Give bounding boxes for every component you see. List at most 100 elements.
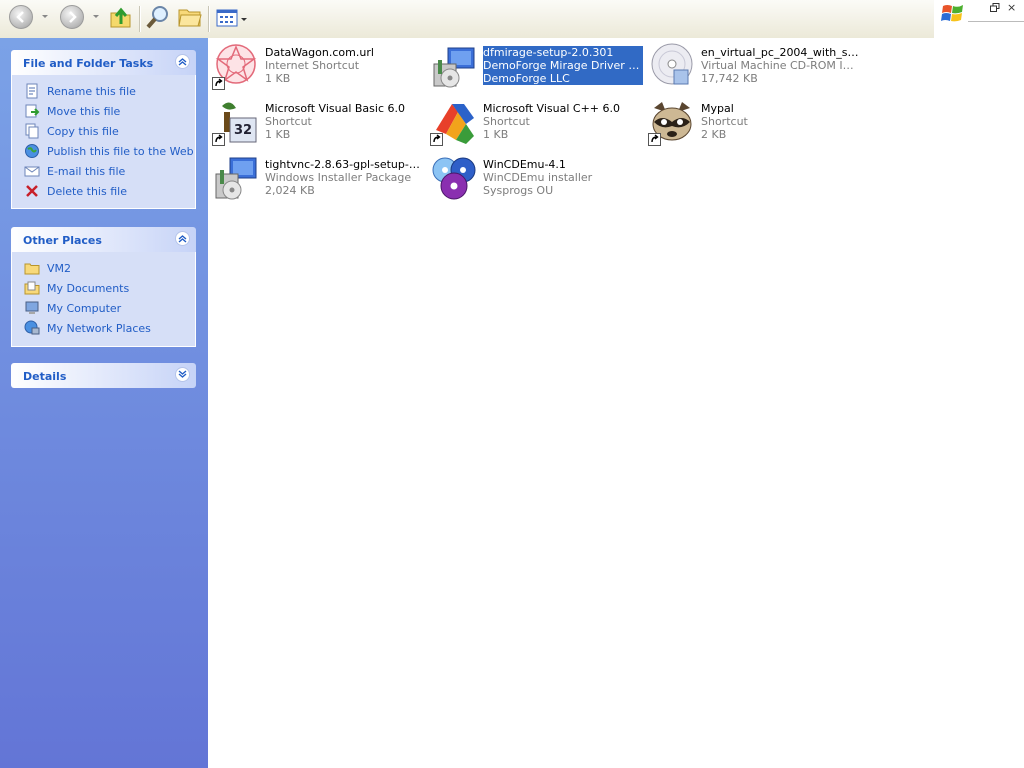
rename-icon	[24, 83, 40, 99]
file-view: DataWagon.com.url Internet Shortcut 1 KB…	[208, 38, 1024, 768]
file-text: Mypal Shortcut 2 KB	[701, 102, 861, 141]
shortcut-arrow-icon	[212, 133, 225, 146]
task-label: Copy this file	[47, 124, 119, 138]
place-my-documents[interactable]: My Documents	[12, 278, 195, 298]
task-rename[interactable]: Rename this file	[12, 81, 195, 101]
mypal-raccoon-icon	[648, 98, 696, 146]
file-text: WinCDEmu-4.1 WinCDEmu installer Sysprogs…	[483, 158, 643, 197]
task-publish[interactable]: Publish this file to the Web	[12, 141, 195, 161]
task-label: Rename this file	[47, 84, 136, 98]
visual-cpp-icon	[430, 98, 478, 146]
other-places-title: Other Places	[23, 234, 102, 247]
shortcut-arrow-icon	[430, 133, 443, 146]
file-name: DataWagon.com.url	[265, 46, 374, 59]
file-type: Internet Shortcut	[265, 59, 360, 72]
cd-image-icon	[648, 42, 696, 90]
wincdemu-icon	[430, 154, 478, 202]
close-button[interactable]: ×	[1007, 2, 1016, 13]
forward-arrow-icon	[69, 11, 77, 23]
file-type: WinCDEmu installer	[483, 171, 593, 184]
file-tasks-body: Rename this file Move this file Copy thi…	[11, 75, 196, 209]
file-type: Windows Installer Package	[265, 171, 412, 184]
other-places-header[interactable]: Other Places	[11, 227, 196, 252]
file-company: DemoForge LLC	[483, 72, 570, 85]
other-places-body: VM2 My Documents My Computer My Network …	[11, 252, 196, 347]
place-network[interactable]: My Network Places	[12, 318, 195, 338]
folders-button[interactable]	[177, 5, 203, 32]
views-dropdown[interactable]	[241, 18, 247, 21]
place-label: VM2	[47, 261, 72, 275]
place-label: My Computer	[47, 301, 122, 315]
shortcut-arrow-icon	[212, 77, 225, 90]
file-text: Microsoft Visual C++ 6.0 Shortcut 1 KB	[483, 102, 643, 141]
collapse-chevron-icon[interactable]	[175, 231, 190, 246]
internet-shortcut-icon	[212, 42, 260, 90]
file-tile-selected[interactable]: dfmirage-setup-2.0.301 DemoForge Mirage …	[426, 38, 644, 92]
place-label: My Documents	[47, 281, 130, 295]
details-header[interactable]: Details	[11, 363, 196, 388]
file-tasks-header[interactable]: File and Folder Tasks	[11, 50, 196, 75]
file-type: DemoForge Mirage Driver for ...	[483, 59, 643, 72]
file-name: en_virtual_pc_2004_with_sp1	[701, 46, 861, 59]
file-type: Shortcut	[701, 115, 748, 128]
up-folder-icon	[110, 7, 131, 28]
expand-chevron-icon[interactable]	[175, 367, 190, 382]
file-tile[interactable]: Microsoft Visual C++ 6.0 Shortcut 1 KB	[426, 94, 644, 148]
file-tile[interactable]: tightvnc-2.8.63-gpl-setup-32bit Windows …	[208, 150, 426, 204]
task-delete[interactable]: Delete this file	[12, 181, 195, 201]
back-button[interactable]	[9, 5, 33, 29]
restore-icon[interactable]	[990, 3, 1000, 12]
forward-dropdown[interactable]	[93, 15, 99, 18]
file-text: tightvnc-2.8.63-gpl-setup-32bit Windows …	[265, 158, 425, 197]
task-pane: File and Folder Tasks Rename this file M…	[0, 38, 208, 768]
back-dropdown[interactable]	[42, 15, 48, 18]
file-type: Shortcut	[265, 115, 312, 128]
visual-basic-icon: 32	[212, 98, 260, 146]
windows-flag-icon	[941, 5, 963, 22]
task-email[interactable]: E-mail this file	[12, 161, 195, 181]
details-panel: Details	[11, 363, 196, 388]
shortcut-arrow-icon	[648, 133, 661, 146]
up-button[interactable]	[108, 4, 134, 33]
place-label: My Network Places	[47, 321, 151, 335]
views-button[interactable]	[216, 9, 238, 30]
svg-text:32: 32	[234, 123, 252, 138]
forward-button[interactable]	[60, 5, 84, 29]
collapse-chevron-icon[interactable]	[175, 54, 190, 69]
file-name: Mypal	[701, 102, 734, 115]
my-documents-icon	[24, 280, 40, 296]
file-text: en_virtual_pc_2004_with_sp1 Virtual Mach…	[701, 46, 861, 85]
file-tile[interactable]: 32 Microsoft Visual Basic 6.0 Shortcut 1…	[208, 94, 426, 148]
file-tasks-panel: File and Folder Tasks Rename this file M…	[11, 50, 196, 209]
search-button[interactable]	[145, 4, 171, 33]
other-places-panel: Other Places VM2 My Documents My Compute…	[11, 227, 196, 347]
file-size: 1 KB	[483, 128, 509, 141]
file-name: tightvnc-2.8.63-gpl-setup-32bit	[265, 158, 425, 171]
task-copy[interactable]: Copy this file	[12, 121, 195, 141]
move-icon	[24, 103, 40, 119]
file-tile[interactable]: Mypal Shortcut 2 KB	[644, 94, 862, 148]
task-move[interactable]: Move this file	[12, 101, 195, 121]
place-vm2[interactable]: VM2	[12, 258, 195, 278]
file-tasks-title: File and Folder Tasks	[23, 57, 154, 70]
my-computer-icon	[24, 300, 40, 316]
back-arrow-icon	[16, 11, 24, 23]
file-company: Sysprogs OU	[483, 184, 554, 197]
place-my-computer[interactable]: My Computer	[12, 298, 195, 318]
file-name: dfmirage-setup-2.0.301	[483, 46, 614, 59]
file-name: Microsoft Visual C++ 6.0	[483, 102, 620, 115]
publish-icon	[24, 143, 40, 159]
file-type: Shortcut	[483, 115, 530, 128]
search-icon	[146, 6, 168, 29]
msi-package-icon	[212, 154, 260, 202]
file-tile[interactable]: DataWagon.com.url Internet Shortcut 1 KB	[208, 38, 426, 92]
file-text: DataWagon.com.url Internet Shortcut 1 KB	[265, 46, 425, 85]
file-tile[interactable]: WinCDEmu-4.1 WinCDEmu installer Sysprogs…	[426, 150, 644, 204]
toolbar	[0, 0, 934, 39]
file-tile[interactable]: en_virtual_pc_2004_with_sp1 Virtual Mach…	[644, 38, 862, 92]
folder-icon	[24, 260, 40, 276]
network-places-icon	[24, 320, 40, 336]
file-type: Virtual Machine CD-ROM Image	[701, 59, 861, 72]
task-label: Delete this file	[47, 184, 127, 198]
file-name: WinCDEmu-4.1	[483, 158, 566, 171]
